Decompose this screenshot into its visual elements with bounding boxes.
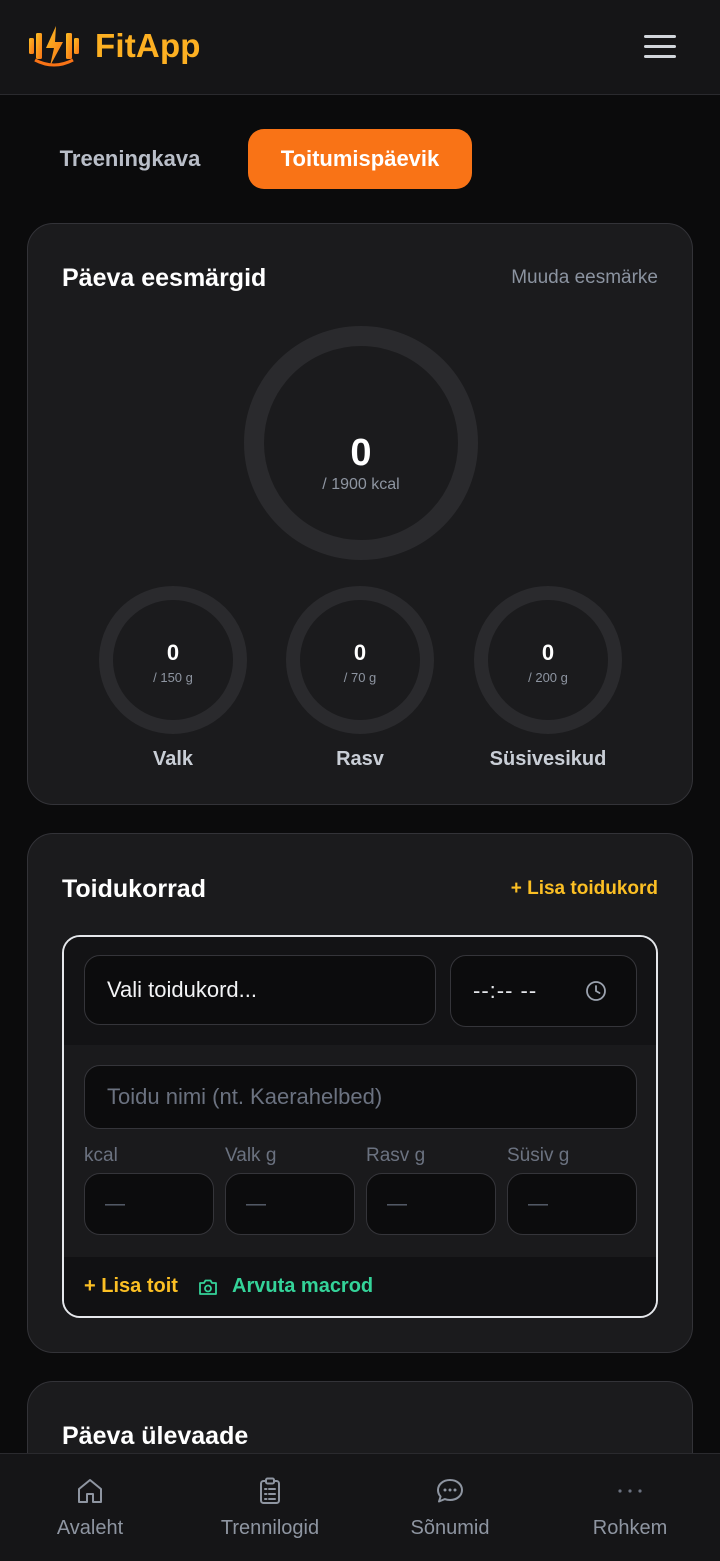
macro-fat: 0 / 70 g Rasv: [286, 586, 434, 771]
fat-value: 0: [353, 640, 367, 665]
carbs-target: / 200 g: [528, 670, 568, 685]
calorie-value: 0: [350, 432, 372, 474]
calorie-ring: 0 / 1900 kcal: [244, 326, 478, 560]
protein-g-label: Valk g: [225, 1145, 277, 1166]
meal-type-select[interactable]: Vali toidukord...: [84, 955, 436, 1025]
more-dots-icon: [618, 1489, 642, 1493]
fat-g-label: Rasv g: [366, 1145, 426, 1166]
fat-label: Rasv: [336, 748, 384, 770]
protein-ring: 0 / 150 g: [99, 586, 247, 734]
food-name-input[interactable]: Toidu nimi (nt. Kaerahelbed): [84, 1065, 637, 1129]
app-header: FitApp: [0, 0, 720, 95]
app-logo[interactable]: FitApp: [27, 24, 201, 68]
nav-home-label: Avaleht: [56, 1517, 124, 1539]
goals-title: Päeva eesmärgid: [62, 264, 267, 292]
protein-value: 0: [166, 640, 180, 665]
camera-icon: [199, 1279, 217, 1295]
macro-carbs: 0 / 200 g Süsivesikud: [474, 586, 622, 771]
carbs-value: 0: [541, 640, 555, 665]
food-item-row: Toidu nimi (nt. Kaerahelbed) kcal Valk g…: [64, 1045, 656, 1257]
nav-home[interactable]: Avaleht: [0, 1454, 180, 1561]
home-icon: [78, 1479, 102, 1503]
protein-g-input[interactable]: —: [225, 1173, 355, 1235]
nav-more-label: Rohkem: [592, 1517, 668, 1539]
nav-workout-logs[interactable]: Trennilogid: [180, 1454, 360, 1561]
carbs-ring: 0 / 200 g: [474, 586, 622, 734]
summary-title: Päeva ülevaade: [62, 1422, 249, 1450]
meals-title: Toidukorrad: [62, 875, 206, 903]
tab-nutrition-diary[interactable]: Toitumispäevik: [248, 129, 472, 189]
nav-workout-logs-label: Trennilogid: [220, 1517, 320, 1539]
kcal-label: kcal: [84, 1145, 118, 1166]
tab-training-plan[interactable]: Treeningkava: [40, 129, 220, 189]
fat-ring: 0 / 70 g: [286, 586, 434, 734]
daily-goals-card: Päeva eesmärgid Muuda eesmärke 0 / 1900 …: [27, 223, 693, 805]
meal-header-row: Vali toidukord... --:-- --: [64, 937, 656, 1045]
clock-icon[interactable]: [585, 980, 607, 1002]
add-meal-button[interactable]: + Lisa toidukord: [511, 878, 658, 900]
nav-more[interactable]: Rohkem: [540, 1454, 720, 1561]
chat-icon: [437, 1479, 463, 1503]
bottom-navigation: Avaleht Trennilogid Sõnumid Rohkem: [0, 1453, 720, 1561]
edit-goals-link[interactable]: Muuda eesmärke: [511, 267, 658, 289]
fat-target: / 70 g: [343, 670, 377, 685]
nav-messages-label: Sõnumid: [410, 1517, 490, 1539]
meal-entry: Vali toidukord... --:-- -- Toidu nimi (n…: [62, 935, 658, 1318]
protein-target: / 150 g: [153, 670, 193, 685]
hamburger-menu-icon: [644, 35, 676, 58]
nav-messages[interactable]: Sõnumid: [360, 1454, 540, 1561]
dumbbell-bolt-icon: [29, 26, 79, 67]
menu-button[interactable]: [640, 30, 680, 64]
meal-actions-row: + Lisa toit Arvuta macrod: [64, 1257, 656, 1316]
meal-time-value: --:-- --: [473, 978, 538, 1003]
kcal-input[interactable]: —: [84, 1173, 214, 1235]
carbs-g-label: Süsiv g: [507, 1145, 570, 1166]
clipboard-icon: [260, 1477, 280, 1504]
calculate-macros-label: Arvuta macrod: [232, 1275, 374, 1297]
add-food-button[interactable]: + Lisa toit: [84, 1275, 178, 1298]
protein-label: Valk: [152, 748, 194, 770]
calculate-macros-button[interactable]: Arvuta macrod: [198, 1275, 373, 1298]
macro-protein: 0 / 150 g Valk: [99, 586, 247, 771]
fat-g-input[interactable]: —: [366, 1173, 496, 1235]
carbs-label: Süsivesikud: [489, 748, 607, 770]
app-name: FitApp: [95, 27, 201, 64]
meals-card: Toidukorrad + Lisa toidukord Vali toiduk…: [27, 833, 693, 1353]
meal-time-input[interactable]: --:-- --: [450, 955, 637, 1027]
carbs-g-input[interactable]: —: [507, 1173, 637, 1235]
calorie-target: / 1900 kcal: [322, 476, 400, 493]
